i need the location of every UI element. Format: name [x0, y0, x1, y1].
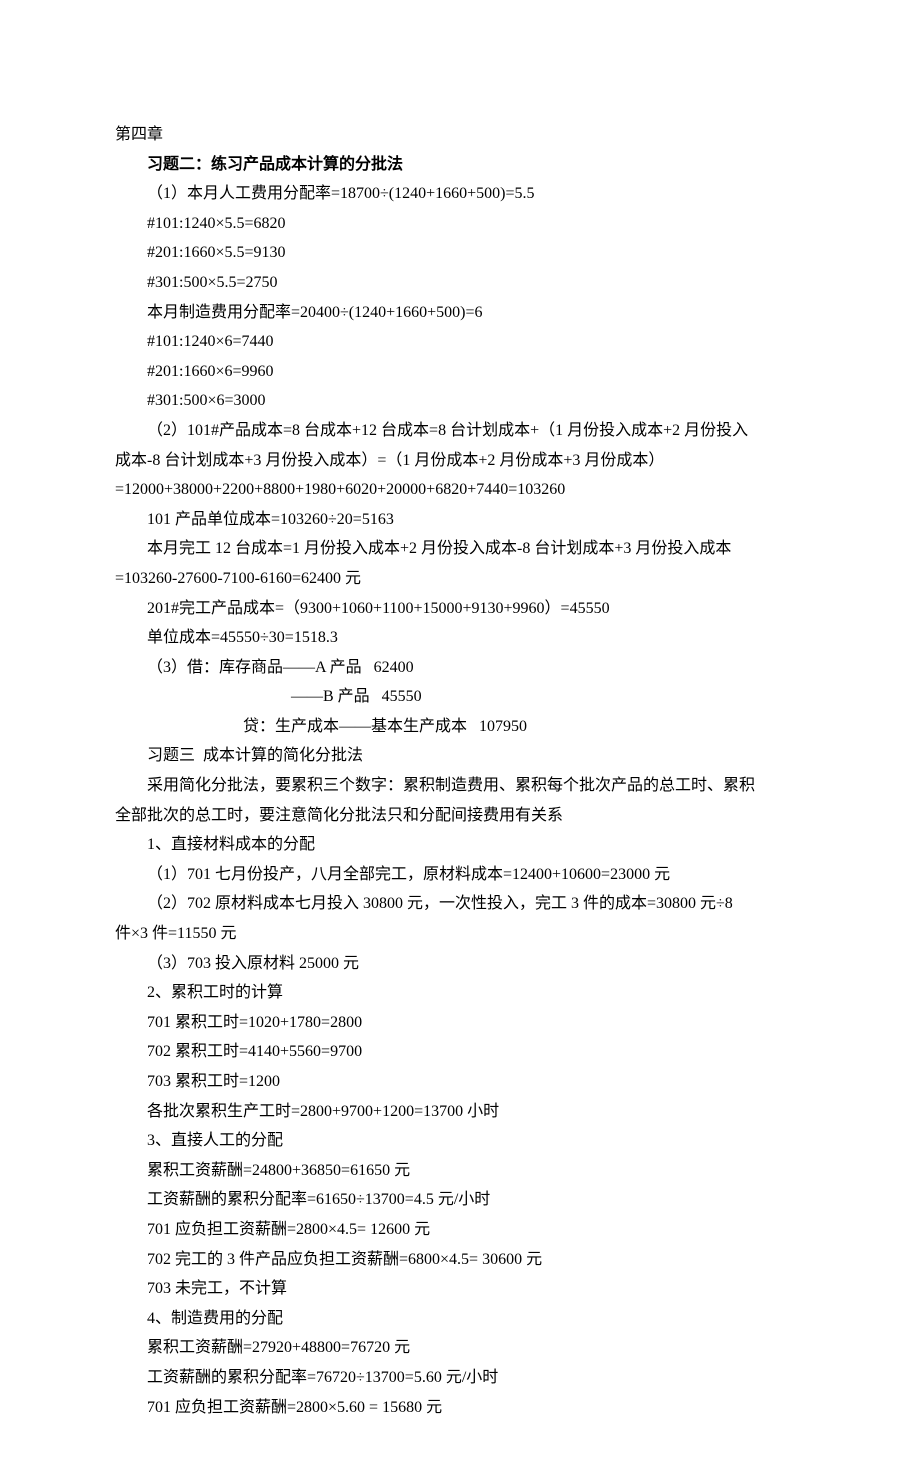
text-line: （3）借：库存商品——A 产品 62400	[115, 653, 805, 683]
text-line: 3、直接人工的分配	[115, 1126, 805, 1156]
text-line: 701 应负担工资薪酬=2800×4.5= 12600 元	[115, 1215, 805, 1245]
text-line: 累积工资薪酬=27920+48800=76720 元	[115, 1333, 805, 1363]
text-line: 702 累积工时=4140+5560=9700	[115, 1037, 805, 1067]
text-line: 702 完工的 3 件产品应负担工资薪酬=6800×4.5= 30600 元	[115, 1245, 805, 1275]
text-line: 本月完工 12 台成本=1 月份投入成本+2 月份投入成本-8 台计划成本+3 …	[115, 534, 805, 564]
text-line: 习题三 成本计算的简化分批法	[115, 741, 805, 771]
text-line: 1、直接材料成本的分配	[115, 830, 805, 860]
text-line: （2）702 原材料成本七月投入 30800 元，一次性投入，完工 3 件的成本…	[115, 889, 805, 919]
text-line: 单位成本=45550÷30=1518.3	[115, 623, 805, 653]
text-line: 4、制造费用的分配	[115, 1304, 805, 1334]
text-line: （3）703 投入原材料 25000 元	[115, 949, 805, 979]
text-line: #201:1660×6=9960	[115, 357, 805, 387]
text-line: #201:1660×5.5=9130	[115, 238, 805, 268]
text-line: 各批次累积生产工时=2800+9700+1200=13700 小时	[115, 1097, 805, 1127]
text-line: 第四章	[115, 120, 805, 150]
text-line: #301:500×5.5=2750	[115, 268, 805, 298]
text-line: #301:500×6=3000	[115, 386, 805, 416]
text-line: #101:1240×5.5=6820	[115, 209, 805, 239]
text-line: 201#完工产品成本=（9300+1060+1100+15000+9130+99…	[115, 594, 805, 624]
text-line: 703 累积工时=1200	[115, 1067, 805, 1097]
text-line: 本月制造费用分配率=20400÷(1240+1660+500)=6	[115, 298, 805, 328]
text-line: 工资薪酬的累积分配率=61650÷13700=4.5 元/小时	[115, 1185, 805, 1215]
text-line: （1）本月人工费用分配率=18700÷(1240+1660+500)=5.5	[115, 179, 805, 209]
text-line: =103260-27600-7100-6160=62400 元	[115, 564, 805, 594]
text-line: #101:1240×6=7440	[115, 327, 805, 357]
text-line: 701 累积工时=1020+1780=2800	[115, 1008, 805, 1038]
text-line: 贷：生产成本——基本生产成本 107950	[115, 712, 805, 742]
text-line: 工资薪酬的累积分配率=76720÷13700=5.60 元/小时	[115, 1363, 805, 1393]
text-line: ——B 产品 45550	[115, 682, 805, 712]
text-line: 101 产品单位成本=103260÷20=5163	[115, 505, 805, 535]
text-line: 采用简化分批法，要累积三个数字：累积制造费用、累积每个批次产品的总工时、累积	[115, 771, 805, 801]
text-line: （2）101#产品成本=8 台成本+12 台成本=8 台计划成本+（1 月份投入…	[115, 416, 805, 446]
text-line: 习题二：练习产品成本计算的分批法	[115, 150, 805, 180]
text-line: 703 未完工，不计算	[115, 1274, 805, 1304]
text-line: （1）701 七月份投产，八月全部完工，原材料成本=12400+10600=23…	[115, 860, 805, 890]
text-line: 全部批次的总工时，要注意简化分批法只和分配间接费用有关系	[115, 801, 805, 831]
text-line: =12000+38000+2200+8800+1980+6020+20000+6…	[115, 475, 805, 505]
text-line: 2、累积工时的计算	[115, 978, 805, 1008]
document-body: 第四章习题二：练习产品成本计算的分批法（1）本月人工费用分配率=18700÷(1…	[115, 120, 805, 1422]
text-line: 件×3 件=11550 元	[115, 919, 805, 949]
text-line: 成本-8 台计划成本+3 月份投入成本）=（1 月份成本+2 月份成本+3 月份…	[115, 446, 805, 476]
text-line: 累积工资薪酬=24800+36850=61650 元	[115, 1156, 805, 1186]
text-line: 701 应负担工资薪酬=2800×5.60 = 15680 元	[115, 1393, 805, 1423]
